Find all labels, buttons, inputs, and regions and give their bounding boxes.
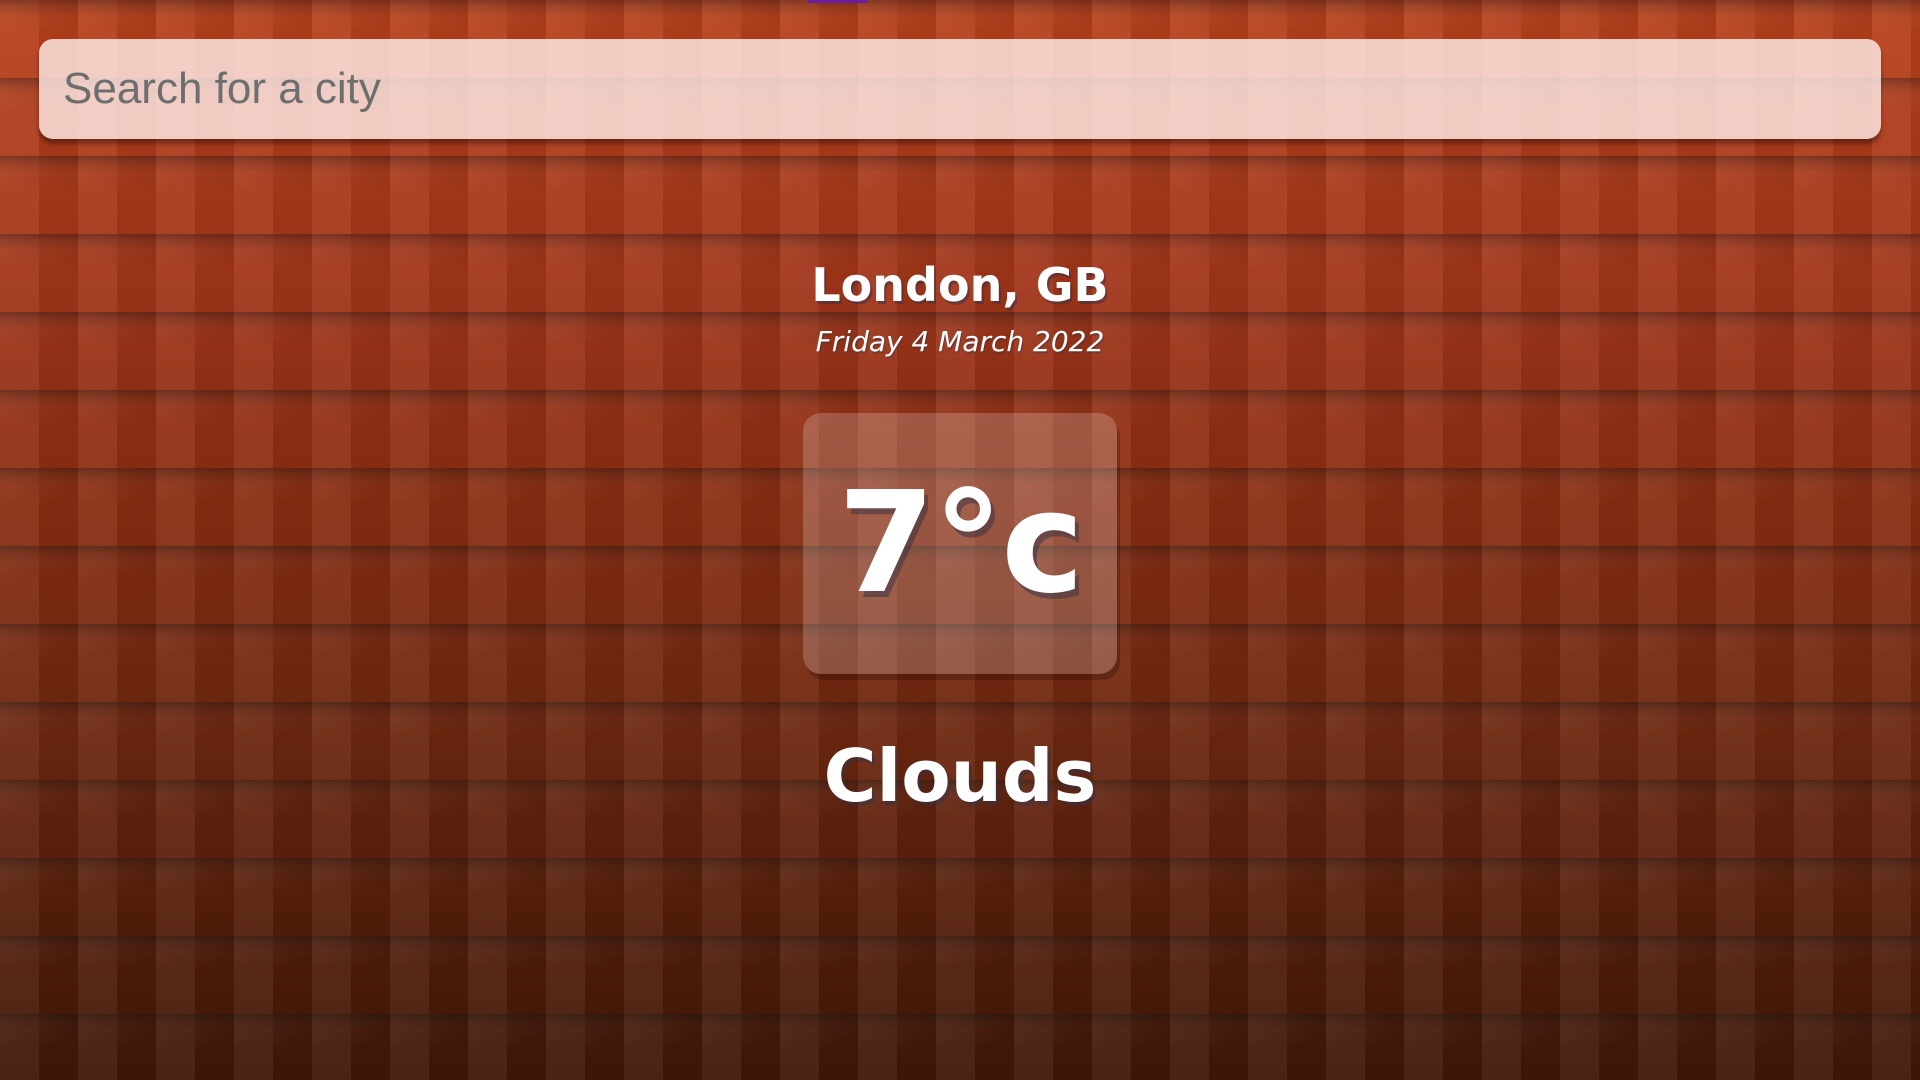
location-name: London, GB	[811, 258, 1109, 312]
weather-box: 7°c Clouds	[0, 413, 1920, 818]
current-date: Friday 4 March 2022	[815, 324, 1105, 358]
weather-condition: Clouds	[823, 734, 1097, 818]
location-box: London, GB Friday 4 March 2022	[0, 260, 1920, 358]
temperature-display: 7°c	[803, 413, 1117, 674]
search-input[interactable]	[39, 39, 1881, 139]
top-accent-bar	[808, 0, 868, 3]
search-box	[39, 39, 1881, 139]
